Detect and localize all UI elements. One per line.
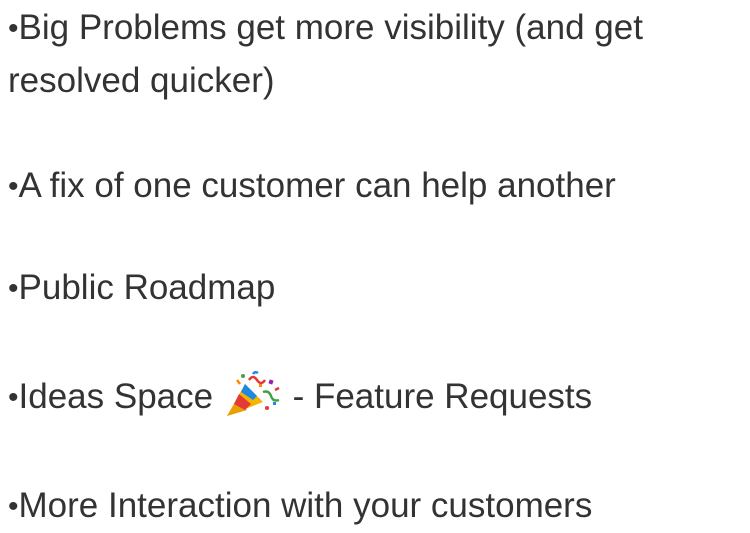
bullet-dot: • xyxy=(8,170,19,203)
bullet-item-more-interaction: •More Interaction with your customers xyxy=(8,480,592,533)
bullet-item-public-roadmap: •Public Roadmap xyxy=(8,262,275,315)
bullet-item-big-problems: •Big Problems get more visibility (and g… xyxy=(8,2,728,107)
bullet-dot: • xyxy=(8,490,19,523)
bullet-text: More Interaction with your customers xyxy=(18,486,593,525)
bullet-dot: • xyxy=(8,272,19,305)
bullet-item-fix-helps-another: •A fix of one customer can help another xyxy=(8,160,750,213)
slide: •Big Problems get more visibility (and g… xyxy=(0,0,750,531)
bullet-text: A fix of one customer can help another xyxy=(18,166,616,205)
bullet-item-ideas-space: •Ideas Space - Feature Requests xyxy=(8,370,592,424)
bullet-text: Public Roadmap xyxy=(18,268,276,307)
bullet-dot: • xyxy=(8,381,19,414)
bullet-text: Big Problems get more visibility (and ge… xyxy=(8,8,643,100)
bullet-dot: • xyxy=(8,12,19,45)
party-popper-icon xyxy=(226,370,280,416)
bullet-text-before: Ideas Space xyxy=(18,377,214,416)
bullet-text-after: - Feature Requests xyxy=(282,377,593,416)
